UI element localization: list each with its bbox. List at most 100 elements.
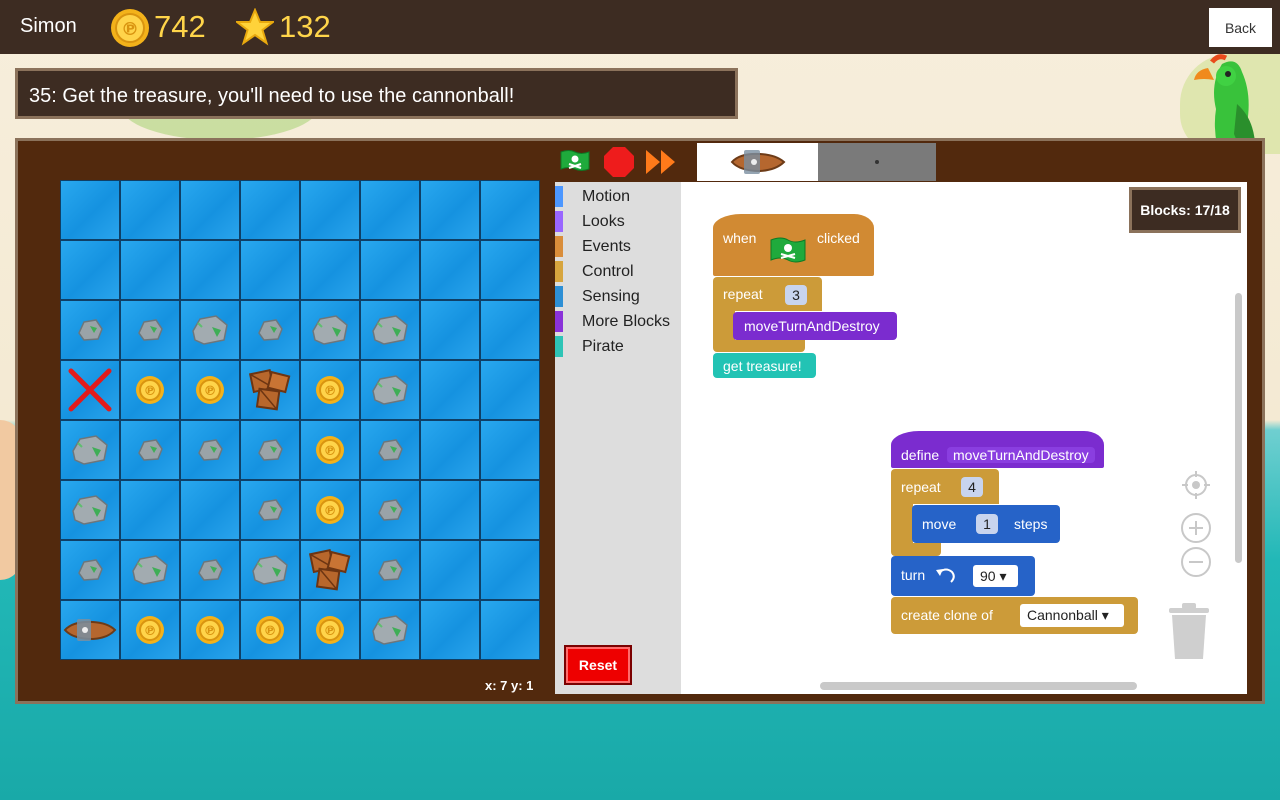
create-clone-block[interactable]: create clone of Cannonball ▾ [891,597,1138,634]
create-clone-label: create clone of [901,607,993,623]
category-label: Control [582,263,634,280]
category-color-swatch [555,186,563,207]
reset-button[interactable]: Reset [564,645,632,685]
large-rock-icon [190,313,230,347]
repeat-block[interactable]: repeat 3 [713,277,822,311]
grid-cell [240,540,300,600]
level-title: 35: Get the treasure, you'll need to use… [15,68,738,119]
grid-cell [60,600,120,660]
category-control[interactable]: Control [555,259,681,284]
small-rock-icon [255,497,285,523]
vertical-scrollbar[interactable] [1235,293,1242,563]
grid-cell [360,360,420,420]
turn-degrees-dropdown[interactable]: 90 ▾ [973,565,1018,587]
grid-cell [120,180,180,240]
get-treasure-block[interactable]: get treasure! [713,353,816,378]
grid-cell: ℗ [300,420,360,480]
treasure-coin-icon: ℗ [194,374,226,406]
small-rock-icon [255,317,285,343]
category-color-swatch [555,311,563,332]
grid-cell [420,480,480,540]
define-block[interactable]: define moveTurnAndDestroy [891,431,1104,468]
large-rock-icon [370,613,410,647]
zoom-out-icon[interactable] [1180,546,1212,578]
grid-cell [60,540,120,600]
grid-cell [480,300,540,360]
grid-cell [240,300,300,360]
category-motion[interactable]: Motion [555,184,681,209]
category-pirate[interactable]: Pirate [555,334,681,359]
grid-cell [420,600,480,660]
sprite-tab-ship[interactable] [697,143,818,181]
category-label: Pirate [582,338,624,355]
zoom-in-icon[interactable] [1180,512,1212,544]
grid-cell [60,180,120,240]
grid-cell [120,420,180,480]
grid-cell [300,240,360,300]
coin-count: 742 [154,9,206,44]
trash-icon[interactable] [1167,602,1211,660]
fast-forward-icon[interactable] [644,148,678,176]
category-color-swatch [555,286,563,307]
category-label: Sensing [582,288,640,305]
treasure-coin-icon: ℗ [134,614,166,646]
move-label: move [922,516,957,532]
grid-cell [60,420,120,480]
grid-cell [180,420,240,480]
grid-cell: ℗ [300,480,360,540]
treasure-coin-icon: ℗ [254,614,286,646]
small-rock-icon [195,557,225,583]
move-steps-input[interactable]: 1 [976,514,998,534]
grid-cell [360,480,420,540]
horizontal-scrollbar[interactable] [820,682,1137,690]
recenter-icon[interactable] [1180,469,1212,501]
large-rock-icon [370,313,410,347]
grid-cell [180,480,240,540]
grid-cell [60,480,120,540]
category-sensing[interactable]: Sensing [555,284,681,309]
grid-cell [360,240,420,300]
repeat-block-foot [891,543,941,556]
category-color-swatch [555,261,563,282]
call-movetirnanddestroy-block[interactable]: moveTurnAndDestroy [733,312,897,340]
stop-icon[interactable] [603,146,635,178]
stage-tab[interactable] [818,143,936,181]
grid-cell [120,300,180,360]
category-events[interactable]: Events [555,234,681,259]
define-label: define [901,447,940,463]
clicked-label: clicked [817,230,860,246]
grid-cell [300,180,360,240]
repeat-count-input[interactable]: 3 [785,285,807,305]
large-rock-icon [70,433,110,467]
category-label: More Blocks [582,313,671,330]
pirate-flag-icon[interactable] [559,149,591,173]
grid-cell [300,300,360,360]
turn-block[interactable]: turn 90 ▾ [891,556,1035,596]
steps-label: steps [1014,516,1048,532]
coin-icon: ℗ [111,9,149,47]
repeat-block-foot [713,340,805,352]
grid-cell [480,240,540,300]
when-clicked-block[interactable]: when clicked [713,214,874,276]
star-icon [236,8,274,46]
grid-cell [420,180,480,240]
svg-text:℗: ℗ [324,624,337,639]
grid-cell [360,600,420,660]
pirate-ship-icon [63,616,117,644]
when-label: when [723,230,757,246]
grid-cell [420,540,480,600]
clone-target-dropdown[interactable]: Cannonball ▾ [1020,604,1124,627]
crates-icon [248,368,292,412]
move-steps-block[interactable]: move 1 steps [912,505,1060,543]
repeat-count-input[interactable]: 4 [961,477,983,497]
repeat-label: repeat [901,479,941,495]
category-color-swatch [555,211,563,232]
treasure-coin-icon: ℗ [194,614,226,646]
get-treasure-label: get treasure! [723,358,802,374]
category-more-blocks[interactable]: More Blocks [555,309,681,334]
category-looks[interactable]: Looks [555,209,681,234]
grid-cell [480,600,540,660]
grid-cell [120,240,180,300]
repeat-block[interactable]: repeat 4 [891,469,999,504]
back-button[interactable]: Back [1209,8,1272,47]
